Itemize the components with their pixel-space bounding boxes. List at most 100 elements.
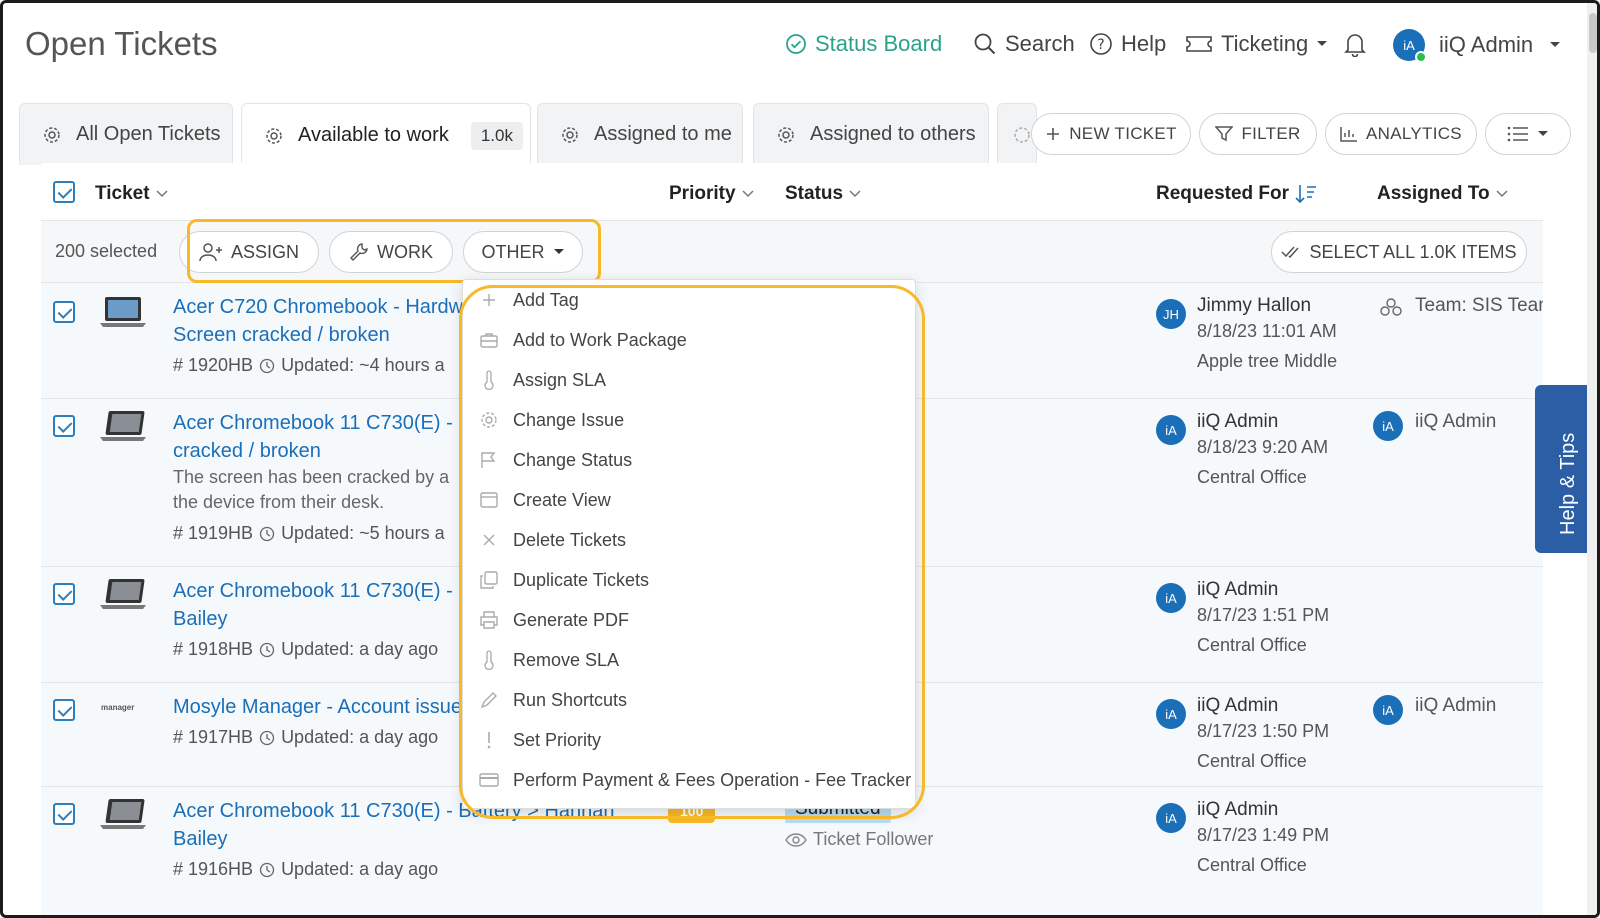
menu-item-change-status[interactable]: Change Status — [463, 440, 917, 480]
ticketing-menu[interactable]: Ticketing — [1185, 31, 1328, 57]
notifications-button[interactable] — [1343, 31, 1367, 57]
requester-name[interactable]: iiQ Admin — [1197, 579, 1278, 601]
tab-assigned-to-others[interactable]: Assigned to others — [753, 103, 989, 165]
laptop-icon — [100, 411, 146, 441]
assignee-name[interactable]: Team: SIS Team — [1415, 295, 1543, 317]
window-icon — [479, 490, 499, 510]
column-priority-label: Priority — [669, 183, 736, 204]
analytics-button[interactable]: ANALYTICS — [1325, 113, 1477, 155]
ticket-title-line2[interactable]: Bailey — [173, 825, 227, 853]
requester-name[interactable]: iiQ Admin — [1197, 695, 1278, 717]
user-menu[interactable]: iA iiQ Admin — [1393, 29, 1561, 63]
scrollbar-thumb[interactable] — [1589, 13, 1597, 53]
menu-item-assign-sla[interactable]: Assign SLA — [463, 360, 917, 400]
ticket-title-line2[interactable]: Screen cracked / broken — [173, 321, 390, 349]
eye-icon — [785, 832, 807, 847]
gear-icon — [562, 126, 578, 143]
requester-name[interactable]: Jimmy Hallon — [1197, 295, 1311, 317]
laptop-icon — [100, 579, 146, 609]
requester-name[interactable]: iiQ Admin — [1197, 411, 1278, 433]
ticket-title[interactable]: Mosyle Manager - Account issue — [173, 693, 462, 721]
row-checkbox[interactable] — [53, 415, 75, 437]
assign-button[interactable]: ASSIGN — [179, 231, 319, 273]
column-assigned-to[interactable]: Assigned To — [1377, 183, 1508, 205]
ticket-description-line2: the device from their desk. — [173, 492, 385, 512]
view-options-button[interactable] — [1485, 113, 1571, 155]
requester-location: Central Office — [1197, 467, 1307, 487]
selection-bar: 200 selected ASSIGN WORK OTHER SELECT AL… — [41, 221, 1543, 283]
other-button[interactable]: OTHER — [463, 231, 583, 273]
select-all-items-button[interactable]: SELECT ALL 1.0K ITEMS — [1271, 231, 1527, 273]
plus-icon — [1047, 128, 1060, 140]
ticket-meta: # 1918HB Updated: a day ago — [173, 639, 438, 660]
requester-location: Apple tree Middle — [1197, 351, 1338, 371]
filter-button[interactable]: FILTER — [1199, 113, 1317, 155]
work-button[interactable]: WORK — [329, 231, 453, 273]
other-actions-menu: Add Tag Add to Work Package Assign SLA C… — [462, 279, 916, 809]
ticket-title-line2[interactable]: cracked / broken — [173, 437, 321, 465]
menu-item-change-issue[interactable]: Change Issue — [463, 400, 917, 440]
menu-item-remove-sla[interactable]: Remove SLA — [463, 640, 917, 680]
avatar: iA — [1156, 699, 1186, 729]
avatar: iA — [1373, 695, 1403, 725]
menu-item-add-to-work-package[interactable]: Add to Work Package — [463, 320, 917, 360]
tab-assigned-to-me[interactable]: Assigned to me — [537, 103, 743, 165]
filter-label: FILTER — [1241, 124, 1301, 143]
avatar: iA — [1373, 411, 1403, 441]
ticket-meta: # 1919HB Updated: ~5 hours a — [173, 523, 445, 544]
row-checkbox[interactable] — [53, 803, 75, 825]
column-status[interactable]: Status — [785, 183, 861, 205]
help-link[interactable]: ? Help — [1089, 31, 1166, 57]
menu-item-delete-tickets[interactable]: Delete Tickets — [463, 520, 917, 560]
app-header: Open Tickets Status Board Search ? Help … — [3, 3, 1597, 99]
search-label: Search — [1005, 31, 1075, 56]
new-ticket-button[interactable]: NEW TICKET — [1031, 113, 1191, 155]
caret-down-icon — [1550, 42, 1561, 47]
assignee-name[interactable]: iiQ Admin — [1415, 411, 1496, 433]
status-board-link[interactable]: Status Board — [785, 31, 942, 57]
bell-icon — [1344, 34, 1366, 57]
menu-item-label: Assign SLA — [513, 369, 607, 390]
ticket-follower: Ticket Follower — [785, 829, 933, 850]
caret-down-icon — [1538, 131, 1548, 136]
wrench-icon — [350, 243, 368, 261]
menu-item-create-view[interactable]: Create View — [463, 480, 917, 520]
menu-item-perform-payment[interactable]: Perform Payment & Fees Operation - Fee T… — [463, 760, 917, 800]
requester-location: Central Office — [1197, 751, 1307, 771]
page-title: Open Tickets — [25, 25, 218, 62]
ticket-title[interactable]: Acer C720 Chromebook - Hardw — [173, 293, 463, 321]
chevron-down-icon — [1496, 190, 1508, 198]
row-checkbox[interactable] — [53, 301, 75, 323]
ticket-title-line2[interactable]: Bailey — [173, 605, 227, 633]
ticket-meta: # 1917HB Updated: a day ago — [173, 727, 438, 748]
search-link[interactable]: Search — [973, 31, 1075, 57]
ticket-title[interactable]: Acer Chromebook 11 C730(E) - — [173, 577, 453, 605]
assignee-name[interactable]: iiQ Admin — [1415, 695, 1496, 717]
column-ticket[interactable]: Ticket — [95, 183, 168, 205]
menu-item-duplicate-tickets[interactable]: Duplicate Tickets — [463, 560, 917, 600]
chevron-down-icon — [849, 190, 861, 198]
gear-icon — [266, 127, 282, 144]
select-all-checkbox[interactable] — [53, 181, 75, 203]
requested-date: 8/17/23 1:49 PM — [1197, 825, 1330, 845]
avatar-initials: iA — [1403, 37, 1415, 53]
pencil-icon — [479, 690, 499, 710]
column-priority[interactable]: Priority — [669, 183, 754, 205]
exclamation-icon — [479, 730, 499, 750]
page-scrollbar[interactable] — [1587, 3, 1597, 915]
requested-date: 8/17/23 1:51 PM — [1197, 605, 1330, 625]
ticket-title[interactable]: Acer Chromebook 11 C730(E) - S — [173, 409, 472, 437]
row-checkbox[interactable] — [53, 699, 75, 721]
column-requested-for[interactable]: Requested For — [1156, 183, 1317, 205]
menu-item-generate-pdf[interactable]: Generate PDF — [463, 600, 917, 640]
requester-name[interactable]: iiQ Admin — [1197, 799, 1278, 821]
row-checkbox[interactable] — [53, 583, 75, 605]
tab-all-open-tickets[interactable]: All Open Tickets — [19, 103, 233, 165]
gear-icon — [479, 410, 499, 430]
avatar-initials: JH — [1163, 306, 1179, 322]
menu-item-add-tag[interactable]: Add Tag — [463, 280, 917, 320]
avatar: iA — [1156, 415, 1186, 445]
menu-item-run-shortcuts[interactable]: Run Shortcuts — [463, 680, 917, 720]
tab-available-to-work[interactable]: Available to work 1.0k — [241, 103, 531, 167]
menu-item-set-priority[interactable]: Set Priority — [463, 720, 917, 760]
